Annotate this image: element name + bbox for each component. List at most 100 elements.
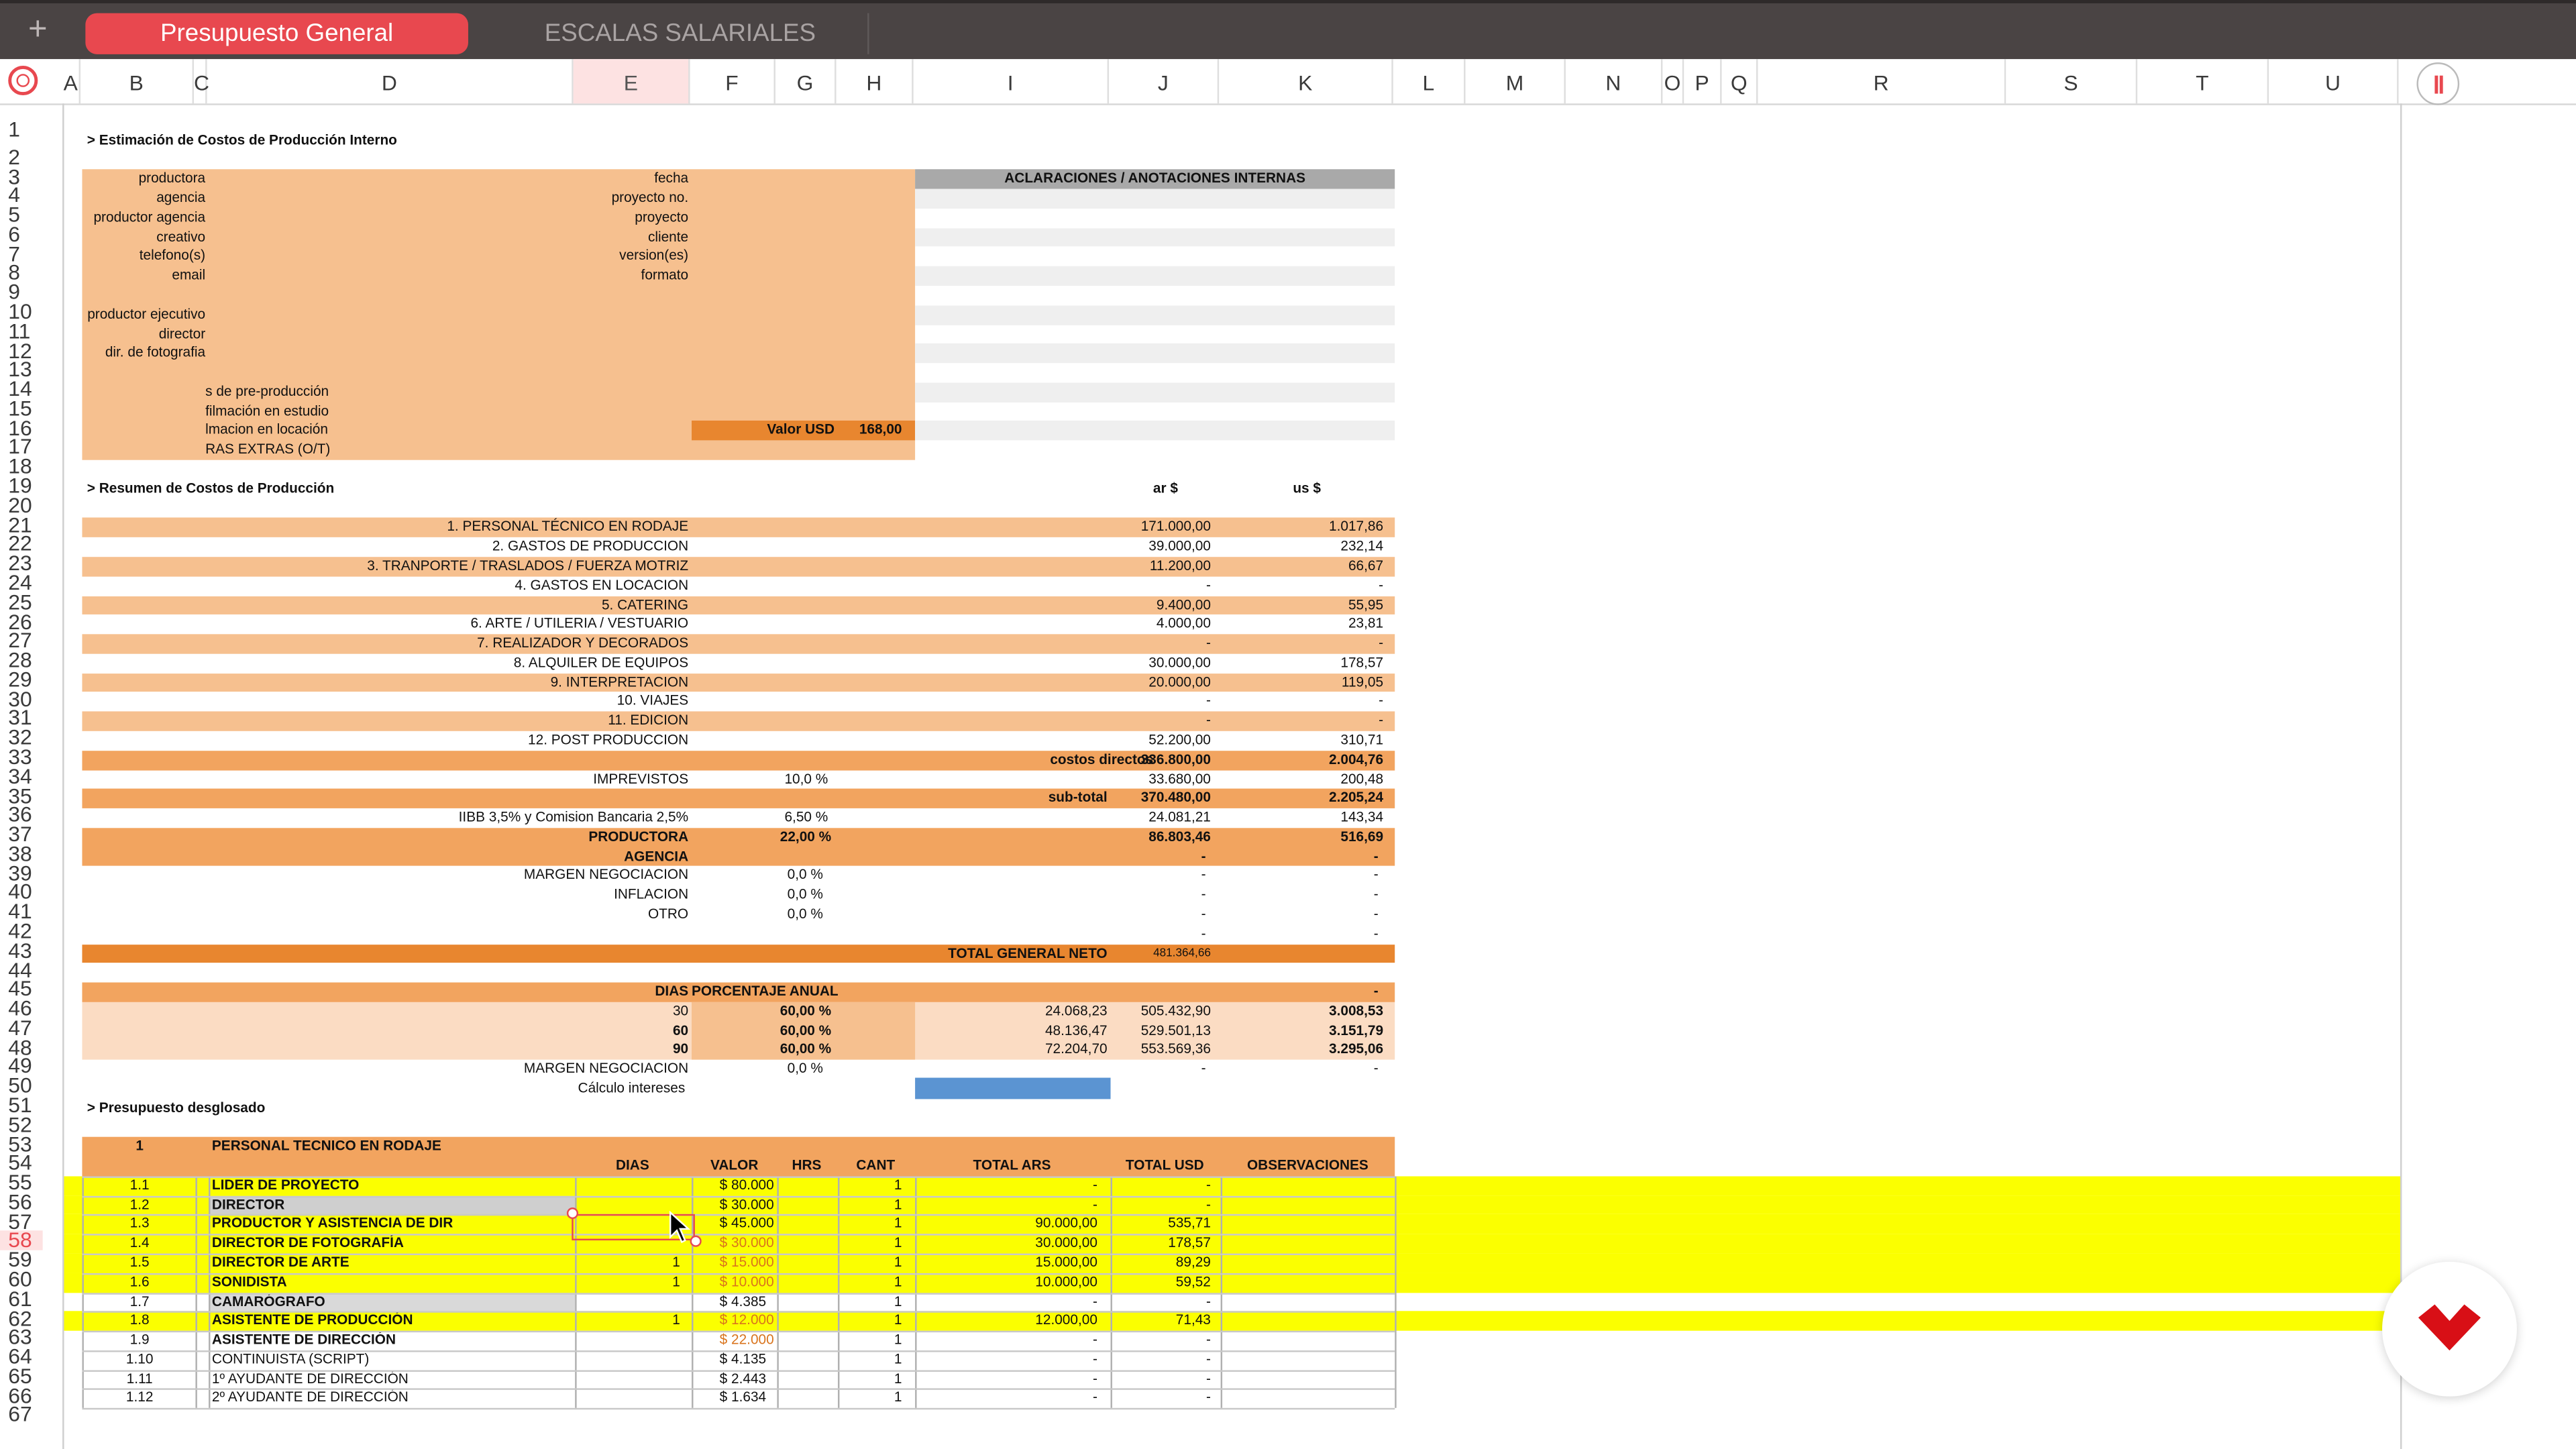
item-cant: 1: [894, 1214, 902, 1232]
column-header-b[interactable]: B: [80, 59, 194, 104]
summary-usd: -: [1379, 634, 1384, 651]
costos-directos-usd: 2.004,76: [1329, 750, 1384, 767]
column-header-n[interactable]: N: [1566, 59, 1663, 104]
item-cant: 1: [894, 1330, 902, 1348]
tab-escalas-salariales[interactable]: ESCALAS SALARIALES: [493, 13, 869, 54]
otro-ars: -: [1201, 905, 1206, 922]
grid-line: [82, 1369, 1395, 1372]
column-header-c[interactable]: C: [194, 59, 209, 104]
interest-total-usd: 3.295,06: [1329, 1040, 1384, 1057]
row-header-2[interactable]: 2: [0, 146, 43, 167]
item-valor: $ 10.000: [719, 1273, 774, 1289]
iibb-ars: 24.081,21: [1148, 808, 1211, 825]
column-header-a[interactable]: A: [62, 59, 81, 104]
calculo-intereses-bar[interactable]: [915, 1077, 1111, 1099]
grid-line: [82, 1350, 1395, 1352]
select-all-button[interactable]: [8, 65, 38, 96]
item-valor: $ 80.000: [719, 1176, 774, 1193]
column-header-l[interactable]: L: [1393, 59, 1466, 104]
item-number: 1.9: [129, 1330, 150, 1348]
summary-ars: -: [1205, 692, 1211, 709]
inflacion-label: INFLACION: [614, 885, 689, 902]
grid-line: [82, 1176, 1395, 1178]
grid-line: [82, 1273, 1395, 1275]
info-label: telefono(s): [139, 247, 206, 264]
item-name: 2º AYUDANTE DE DIRECCIÓN: [211, 1389, 409, 1406]
col-label-ars: ar $: [1152, 479, 1178, 496]
item-total-ars: -: [1092, 1350, 1097, 1367]
summary-ars: -: [1205, 711, 1211, 729]
item-valor: $ 22.000: [719, 1330, 774, 1348]
interest-total-usd: 3.151,79: [1329, 1021, 1384, 1038]
freeze-panes-icon[interactable]: [2416, 62, 2460, 105]
info-label: productor agencia: [93, 208, 206, 225]
header-total-ars: TOTAL ARS: [973, 1157, 1051, 1173]
sheet-grid[interactable]: > Estimación de Costos de Producción Int…: [62, 103, 2402, 1449]
item-total-ars: 12.000,00: [1035, 1311, 1097, 1328]
item-number: 1.10: [125, 1350, 154, 1367]
column-header-k[interactable]: K: [1219, 59, 1393, 104]
sheet-tab-bar: + Presupuesto General ESCALAS SALARIALES: [0, 0, 2576, 60]
notes-band: [915, 382, 1395, 402]
item-total-usd: -: [1205, 1292, 1211, 1309]
notes-band: [915, 305, 1395, 325]
summary-label: 3. TRANPORTE / TRASLADOS / FUERZA MOTRIZ: [367, 557, 689, 574]
column-header-s[interactable]: S: [2006, 59, 2138, 104]
col-label-usd: us $: [1293, 479, 1321, 496]
column-header-d[interactable]: D: [207, 59, 574, 104]
item-total-ars: -: [1092, 1195, 1097, 1212]
otro-label: OTRO: [647, 905, 689, 922]
tab-presupuesto-general[interactable]: Presupuesto General: [85, 13, 468, 54]
notes-band: [915, 227, 1395, 248]
row-header-67[interactable]: 67: [0, 1404, 43, 1425]
column-header-o[interactable]: O: [1662, 59, 1684, 104]
column-header-i[interactable]: I: [914, 59, 1110, 104]
item-cant: 1: [894, 1234, 902, 1251]
summary-usd: -: [1379, 692, 1384, 709]
notes-band: [915, 343, 1395, 364]
summary-label: 12. POST PRODUCCION: [528, 731, 689, 748]
grid-line: [82, 1330, 1395, 1333]
summary-ars: 171.000,00: [1140, 518, 1211, 535]
iibb-usd: 143,34: [1340, 808, 1384, 825]
info-label: proyecto: [635, 208, 689, 225]
column-header-f[interactable]: F: [690, 59, 775, 104]
item-name: SONIDISTA: [211, 1273, 287, 1289]
section-title: > Resumen de Costos de Producción: [87, 479, 335, 496]
item-total-usd: -: [1205, 1389, 1211, 1406]
imprevistos-ars: 33.680,00: [1148, 769, 1211, 786]
interest-total-ars: 505.432,90: [1140, 1002, 1211, 1019]
column-header-q[interactable]: Q: [1722, 59, 1758, 104]
notes-band: [915, 189, 1395, 209]
item-valor: $ 45.000: [719, 1214, 774, 1232]
interest-header-dias: DIAS: [655, 982, 689, 1000]
inflacion-usd: -: [1373, 885, 1379, 902]
interest-total-usd: 3.008,53: [1329, 1002, 1384, 1019]
item-cant: 1: [894, 1253, 902, 1271]
column-header-m[interactable]: M: [1466, 59, 1566, 104]
row-header-1[interactable]: 1: [0, 119, 43, 140]
column-header-t[interactable]: T: [2137, 59, 2269, 104]
item-valor: $ 4.135: [719, 1350, 767, 1367]
add-sheet-button[interactable]: +: [19, 11, 56, 48]
item-valor: $ 30.000: [719, 1234, 774, 1251]
summary-label: 2. GASTOS DE PRODUCCION: [492, 537, 689, 554]
item-name: 1º AYUDANTE DE DIRECCIÓN: [211, 1369, 409, 1387]
column-header-j[interactable]: J: [1109, 59, 1220, 104]
breakdown-section-number: 1: [136, 1137, 144, 1155]
agencia-usd: -: [1373, 847, 1379, 864]
interest-pct: 60,00 %: [780, 1021, 832, 1038]
summary-ars: 11.200,00: [1149, 557, 1211, 574]
column-header-p[interactable]: P: [1684, 59, 1722, 104]
item-total-ars: 15.000,00: [1035, 1253, 1097, 1271]
column-header-r[interactable]: R: [1758, 59, 2006, 104]
column-header-g[interactable]: G: [775, 59, 837, 104]
subtotal-ars: 370.480,00: [1140, 789, 1211, 806]
app-logo-button[interactable]: [2382, 1261, 2517, 1397]
column-header-h[interactable]: H: [837, 59, 914, 104]
column-header-e[interactable]: E: [573, 59, 690, 104]
column-header-u[interactable]: U: [2269, 59, 2399, 104]
interest-dias: 90: [672, 1040, 689, 1057]
costos-directos-ars: 336.800,00: [1140, 750, 1211, 767]
item-cant: 1: [894, 1350, 902, 1367]
